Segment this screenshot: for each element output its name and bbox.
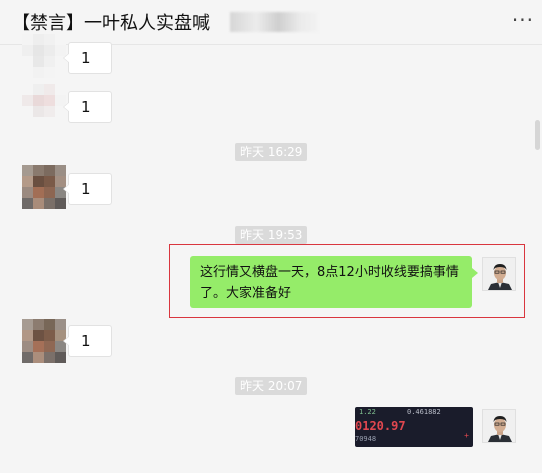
message-bubble[interactable]: 1	[63, 173, 112, 205]
own-avatar[interactable]	[482, 409, 516, 443]
timestamp: 昨天 19:53	[235, 226, 308, 244]
avatar[interactable]	[22, 319, 66, 363]
image-price-text: 0120.97	[355, 419, 406, 433]
avatar[interactable]	[22, 34, 66, 78]
timestamp: 昨天 16:29	[235, 143, 308, 161]
timestamp: 昨天 20:07	[235, 377, 308, 395]
image-text: 70948	[355, 435, 377, 443]
blurred-title-suffix	[230, 12, 318, 32]
man-portrait-icon	[483, 410, 515, 442]
image-text: +	[464, 431, 469, 440]
chat-header: 【禁言】一叶私人实盘喊 ···	[0, 0, 542, 45]
avatar[interactable]	[22, 165, 66, 209]
message-bubble[interactable]: 1	[63, 325, 112, 357]
chat-title: 【禁言】一叶私人实盘喊	[12, 13, 210, 34]
message-bubble[interactable]: 1	[63, 91, 112, 123]
image-text: 0.461882	[407, 408, 441, 416]
message-bubble[interactable]: 1	[63, 42, 112, 74]
scrollbar[interactable]	[535, 120, 540, 150]
image-message[interactable]: 1.22 0.461882 0120.97 70948 +	[355, 407, 473, 447]
own-avatar[interactable]	[482, 257, 516, 291]
outgoing-message-bubble[interactable]: 这行情又横盘一天，8点12小时收线要搞事情了。大家准备好	[190, 256, 478, 308]
man-portrait-icon	[483, 258, 515, 290]
image-text: 1.22	[359, 408, 376, 416]
more-options-icon[interactable]: ···	[512, 8, 534, 32]
avatar[interactable]	[22, 84, 66, 128]
